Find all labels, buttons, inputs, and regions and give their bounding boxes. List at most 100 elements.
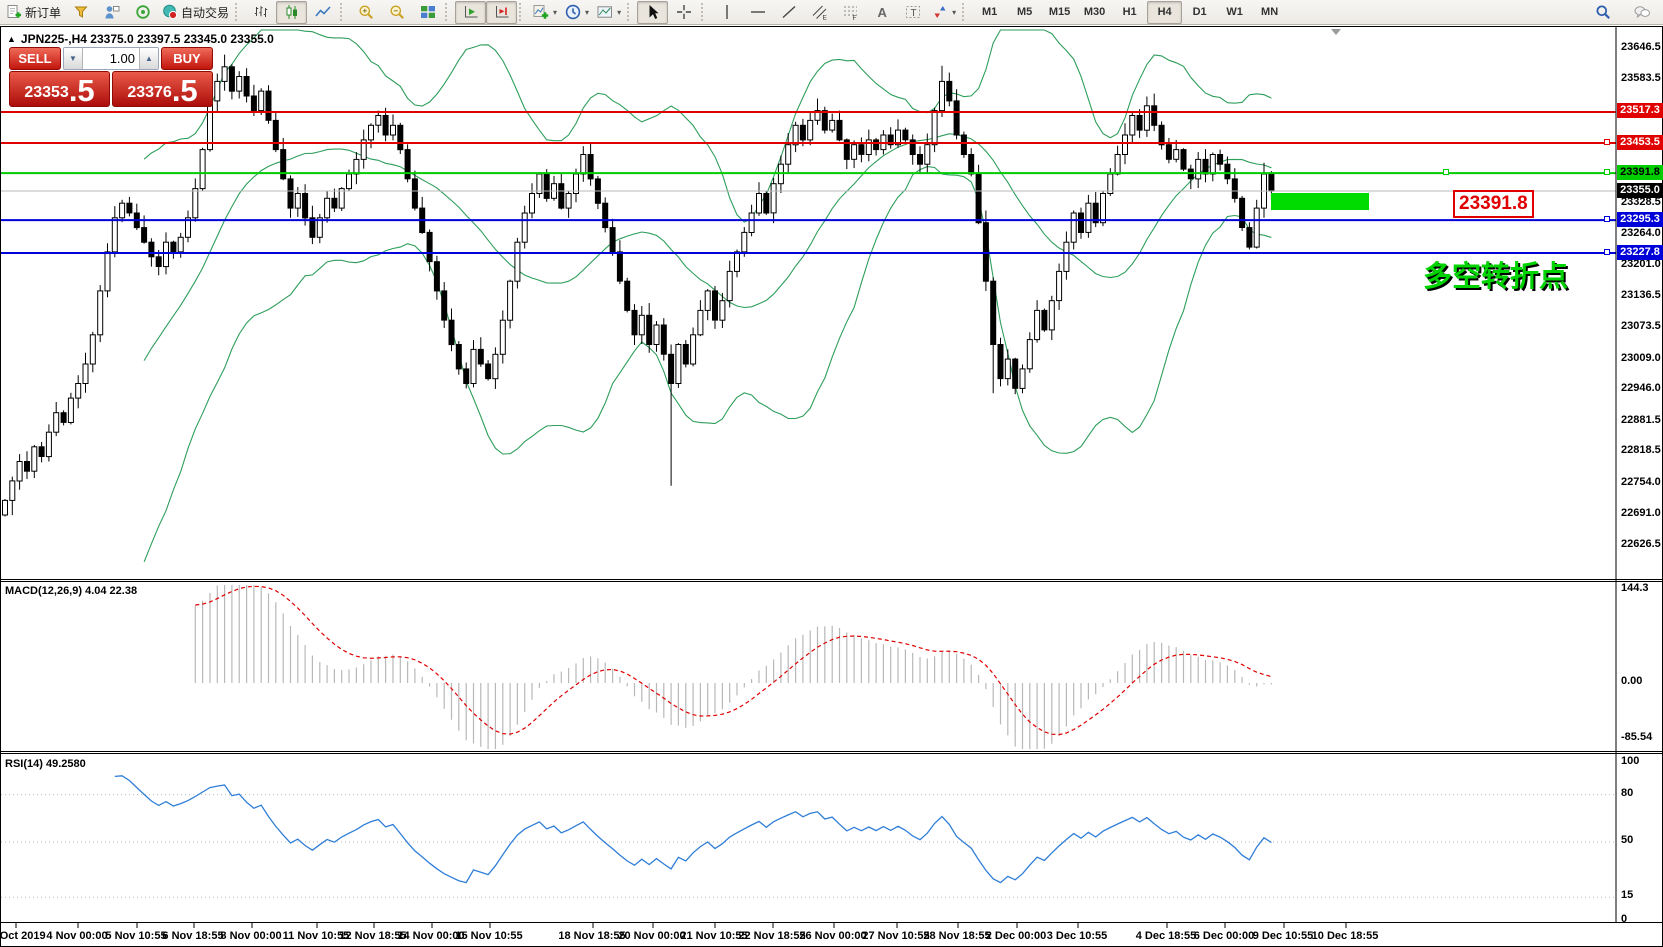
tf-m30[interactable]: M30 <box>1077 1 1112 24</box>
candle-body <box>39 447 44 457</box>
candle-body <box>925 145 930 165</box>
candle-body <box>46 432 51 456</box>
candle-body <box>1269 174 1274 191</box>
candle-body <box>983 223 988 282</box>
price-axis-tick: 22691.0 <box>1621 507 1663 519</box>
candle-body <box>808 120 813 139</box>
volume-stepper: ▼ ▲ <box>63 47 159 70</box>
one-click-trading-panel: SELL ▼ ▲ BUY 23353 .5 23376 .5 <box>9 47 213 107</box>
line-chart-icon <box>315 4 331 20</box>
candle-body <box>1020 369 1025 389</box>
rsi-axis-label: 80 <box>1621 787 1663 799</box>
price-chart[interactable] <box>1 27 1663 947</box>
candle-body <box>405 150 410 179</box>
text-button[interactable]: A <box>866 1 897 24</box>
chart-line-button[interactable] <box>307 1 338 24</box>
candles-icon <box>284 4 300 20</box>
line-handle[interactable] <box>1604 249 1610 255</box>
new-order-icon <box>6 4 22 20</box>
periods-button[interactable]: ▾ <box>561 1 593 24</box>
line-handle[interactable] <box>1604 169 1610 175</box>
search-button[interactable] <box>1587 1 1618 24</box>
candle-body <box>200 150 205 189</box>
chart-candles-button[interactable] <box>276 1 307 24</box>
candle-body <box>705 291 710 311</box>
volume-up-button[interactable]: ▲ <box>139 48 158 69</box>
tf-h4[interactable]: H4 <box>1147 1 1182 24</box>
crosshair-button[interactable] <box>668 1 699 24</box>
green-level-rectangle[interactable] <box>1271 193 1369 210</box>
indicators-button[interactable]: ▾ <box>529 1 561 24</box>
zoom-in-button[interactable] <box>350 1 381 24</box>
sell-button[interactable]: SELL <box>9 47 61 70</box>
tf-m1-label: M1 <box>982 6 997 18</box>
fibonacci-icon: F <box>843 4 859 20</box>
tf-w1[interactable]: W1 <box>1217 1 1252 24</box>
vertical-line-button[interactable] <box>711 1 742 24</box>
tf-h1[interactable]: H1 <box>1112 1 1147 24</box>
candle-body <box>442 291 447 320</box>
tf-m5-label: M5 <box>1017 6 1032 18</box>
candle-body <box>244 77 249 97</box>
candle-body <box>559 184 564 208</box>
navigator-button[interactable] <box>127 1 158 24</box>
volume-input[interactable] <box>83 48 139 69</box>
candle-body <box>515 242 520 281</box>
community-chat-button[interactable] <box>1626 1 1657 24</box>
horizontal-line-button[interactable] <box>742 1 773 24</box>
buy-price-button[interactable]: 23376 .5 <box>112 71 213 107</box>
candle-body <box>1247 228 1252 248</box>
chart-shift-button[interactable] <box>486 1 517 24</box>
turning-point-annotation[interactable]: 多空转折点 <box>1423 253 1568 295</box>
toolbar-separator <box>962 3 968 21</box>
price-axis-tick: 23073.5 <box>1621 320 1663 332</box>
candle-body <box>68 398 73 422</box>
sell-price-button[interactable]: 23353 .5 <box>9 71 110 107</box>
buy-button[interactable]: BUY <box>161 47 213 70</box>
sell-price-frac: .5 <box>69 76 95 106</box>
chart-window[interactable]: ▲ JPN225-,H4 23375.0 23397.5 23345.0 233… <box>0 26 1663 947</box>
auto-scroll-button[interactable] <box>455 1 486 24</box>
equidistant-channel-button[interactable]: E <box>804 1 835 24</box>
candle-body <box>669 354 674 383</box>
candle-body <box>874 140 879 150</box>
zoom-in-icon <box>358 4 374 20</box>
candle-body <box>288 179 293 208</box>
candle-body <box>1071 213 1076 242</box>
price-axis-tick: 23646.5 <box>1621 41 1663 53</box>
chat-icon <box>1634 4 1650 20</box>
fibonacci-button[interactable]: F <box>835 1 866 24</box>
price-badge: 23453.5 <box>1617 135 1663 150</box>
chart-bars-button[interactable] <box>245 1 276 24</box>
new-order-button[interactable]: 新订单 <box>2 1 65 24</box>
line-handle[interactable] <box>1604 216 1610 222</box>
volume-down-button[interactable]: ▼ <box>64 48 83 69</box>
channel-icon: E <box>812 4 828 20</box>
zoom-out-button[interactable] <box>381 1 412 24</box>
auto-trading-button[interactable]: 自动交易 <box>158 1 233 24</box>
templates-button[interactable]: ▾ <box>593 1 625 24</box>
candle-body <box>105 252 110 291</box>
tf-mn[interactable]: MN <box>1252 1 1287 24</box>
symbol-ohlc-text: JPN225-,H4 23375.0 23397.5 23345.0 23355… <box>21 32 274 46</box>
arrows-button[interactable]: ▾ <box>928 1 960 24</box>
line-handle[interactable] <box>1604 139 1610 145</box>
market-watch-button[interactable] <box>65 1 96 24</box>
trendline-icon <box>781 4 797 20</box>
data-window-button[interactable] <box>96 1 127 24</box>
price-level-tag[interactable]: 23391.8 <box>1453 190 1534 218</box>
chart-shift-marker[interactable] <box>1331 29 1341 35</box>
candle-body <box>508 281 513 320</box>
line-handle[interactable] <box>1443 169 1449 175</box>
tf-d1[interactable]: D1 <box>1182 1 1217 24</box>
tf-m1[interactable]: M1 <box>972 1 1007 24</box>
text-label-button[interactable]: T <box>897 1 928 24</box>
tile-windows-button[interactable] <box>412 1 443 24</box>
time-axis-label: 9 Dec 10:55 <box>1253 930 1314 942</box>
candle-body <box>771 184 776 213</box>
cursor-button[interactable] <box>637 1 668 24</box>
tf-m5[interactable]: M5 <box>1007 1 1042 24</box>
toolbar-separator <box>519 3 525 21</box>
trendline-button[interactable] <box>773 1 804 24</box>
tf-m15[interactable]: M15 <box>1042 1 1077 24</box>
